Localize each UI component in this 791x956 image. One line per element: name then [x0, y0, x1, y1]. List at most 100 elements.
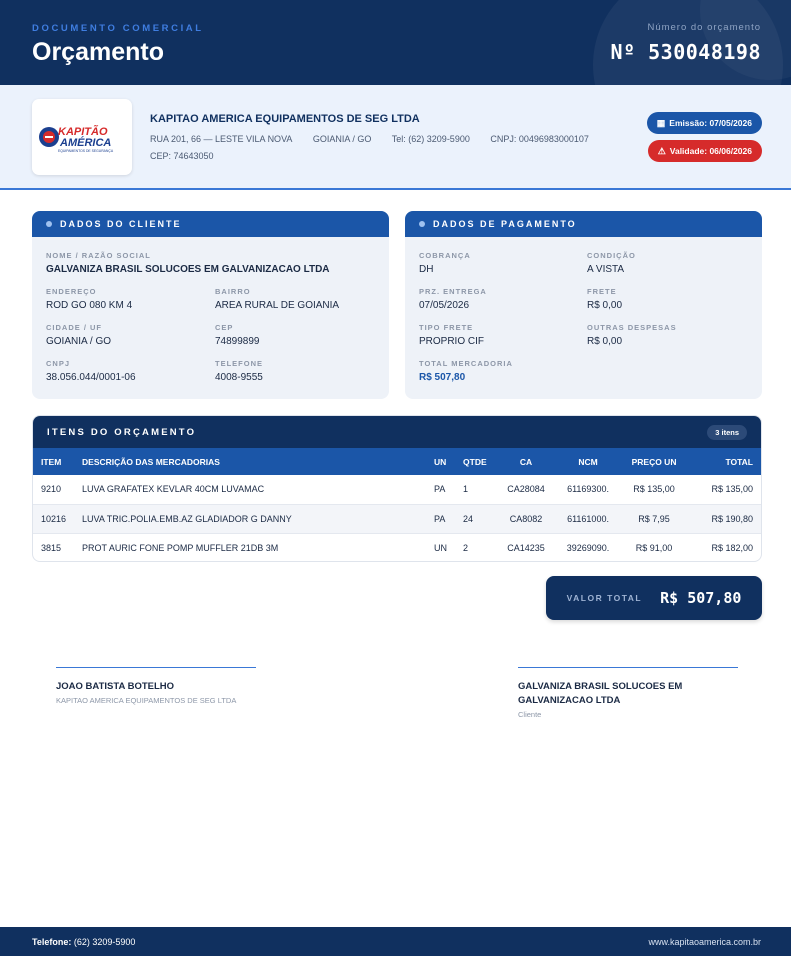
field-value: AREA RURAL DE GOIANIA [215, 300, 340, 311]
field-value: A VISTA [587, 264, 625, 275]
field-value: GOIANIA / GO [46, 336, 112, 347]
document-title: Orçamento [32, 38, 164, 66]
column-header: DESCRIÇÃO DAS MERCADORIAS [82, 456, 220, 467]
item-code: 10216 [41, 513, 67, 524]
company-phone: Tel: (62) 3209-5900 [391, 134, 470, 144]
signature-role: Cliente [518, 710, 542, 719]
items-title: ITENS DO ORÇAMENTO [47, 426, 197, 438]
page-footer: Telefone: (62) 3209-5900 www.kapitaoamer… [0, 927, 791, 956]
item-unit: PA [434, 513, 446, 524]
company-city: GOIANIA / GO [312, 134, 372, 144]
company-cnpj: CNPJ: 00496983000107 [490, 134, 589, 144]
signature-name: JOAO BATISTA BOTELHO [56, 681, 175, 692]
client-signature: GALVANIZA BRASIL SOLUCOES EM GALVANIZACA… [518, 667, 738, 719]
company-address: RUA 201, 66 — LESTE VILA NOVA [150, 134, 293, 144]
field-value: PROPRIO CIF [419, 336, 485, 347]
items-table: ITEM DESCRIÇÃO DAS MERCADORIAS UN QTDE C… [33, 448, 761, 561]
items-header: ITENS DO ORÇAMENTO 3 itens [33, 416, 761, 448]
client-city-field: CIDADE / UF GOIANIA / GO [46, 323, 111, 347]
client-card-title: DADOS DO CLIENTE [60, 219, 182, 229]
items-count-badge: 3 itens [707, 424, 747, 440]
merchandise-total-field: TOTAL MERCADORIA R$ 507,80 [419, 359, 513, 383]
field-value: 74899899 [215, 336, 260, 347]
item-total: R$ 135,00 [711, 484, 753, 495]
table-header-row: ITEM DESCRIÇÃO DAS MERCADORIAS UN QTDE C… [33, 448, 761, 475]
field-value: 07/05/2026 [419, 300, 470, 311]
item-description: LUVA TRIC.POLIA.EMB.AZ GLADIADOR G DANNY [82, 513, 292, 524]
field-label: CIDADE / UF [46, 323, 102, 332]
field-label: CNPJ [46, 359, 71, 368]
document-kicker: DOCUMENTO COMERCIAL [32, 23, 204, 34]
client-phone-field: TELEFONE 4008-9555 [215, 359, 263, 383]
kapitao-america-logo-icon: KAPITÃO AMÉRICA EQUIPAMENTOS DE SEGURANÇ… [39, 125, 114, 153]
logo-text-bottom: AMÉRICA [59, 136, 111, 149]
field-label: BAIRRO [215, 287, 251, 296]
payment-card-title: DADOS DE PAGAMENTO [433, 219, 577, 229]
item-ncm: 61169300. [567, 484, 609, 495]
field-value: GALVANIZA BRASIL SOLUCOES EM GALVANIZACA… [46, 264, 330, 275]
footer-website[interactable]: www.kapitaoamerica.com.br [648, 937, 761, 947]
field-label: TOTAL MERCADORIA [419, 359, 513, 368]
item-ca: CA14235 [507, 542, 545, 553]
validity-date: Validade: 06/06/2026 [669, 146, 752, 156]
client-address-field: ENDEREÇO ROD GO 080 KM 4 [46, 287, 132, 311]
column-header: UN [434, 456, 447, 467]
field-label: COBRANÇA [419, 251, 471, 260]
freight-type-field: TIPO FRETE PROPRIO CIF [419, 323, 484, 347]
signature-role: KAPITAO AMERICA EQUIPAMENTOS DE SEG LTDA [56, 696, 237, 705]
column-header: TOTAL [725, 456, 753, 467]
column-header: ITEM [41, 456, 62, 467]
client-cnpj-field: CNPJ 38.056.044/0001-06 [46, 359, 136, 383]
field-value: ROD GO 080 KM 4 [46, 300, 133, 311]
issue-date-badge: ▦ Emissão: 07/05/2026 [646, 112, 762, 134]
item-unit-price: R$ 7,95 [638, 513, 670, 524]
item-description: PROT AURIC FONE POMP MUFFLER 21DB 3M [82, 542, 279, 553]
field-label: TELEFONE [215, 359, 264, 368]
company-cep: CEP: 74643050 [150, 151, 214, 161]
column-header: CA [519, 456, 533, 467]
column-header: NCM [578, 456, 598, 467]
issue-date: Emissão: 07/05/2026 [669, 118, 752, 128]
item-quantity: 24 [463, 513, 474, 524]
item-description: LUVA GRAFATEX KEVLAR 40CM LUVAMAC [82, 484, 265, 495]
field-label: NOME / RAZÃO SOCIAL [46, 251, 151, 260]
signature-name: GALVANIZA BRASIL SOLUCOES EM GALVANIZACA… [518, 681, 683, 706]
table-row: 10216 LUVA TRIC.POLIA.EMB.AZ GLADIADOR G… [33, 504, 761, 533]
field-label: CEP [215, 323, 234, 332]
other-expenses-field: OUTRAS DESPESAS R$ 0,00 [587, 323, 677, 347]
grand-total-box: VALOR TOTAL R$ 507,80 [546, 576, 762, 620]
item-unit: PA [434, 484, 446, 495]
field-label: CONDIÇÃO [587, 251, 636, 260]
field-value: 38.056.044/0001-06 [46, 372, 136, 383]
field-value: DH [419, 264, 434, 275]
items-section: ITENS DO ORÇAMENTO 3 itens ITEM DESCRIÇÃ… [32, 415, 762, 562]
field-label: PRZ. ENTREGA [419, 287, 487, 296]
quote-number: Nº 530048198 [610, 40, 761, 64]
validity-date-badge: ⚠ Validade: 06/06/2026 [647, 140, 762, 162]
field-value: 4008-9555 [215, 372, 263, 383]
item-unit-price: R$ 135,00 [633, 484, 675, 495]
client-card: DADOS DO CLIENTE NOME / RAZÃO SOCIAL GAL… [32, 211, 389, 399]
table-row: 9210 LUVA GRAFATEX KEVLAR 40CM LUVAMAC P… [33, 475, 761, 504]
payment-card: DADOS DE PAGAMENTO COBRANÇA DH CONDIÇÃO … [405, 211, 762, 399]
field-label: OUTRAS DESPESAS [587, 323, 677, 332]
footer-phone-label: Telefone: [32, 936, 72, 947]
field-value: R$ 0,00 [587, 336, 623, 347]
company-logo: KAPITÃO AMÉRICA EQUIPAMENTOS DE SEGURANÇ… [32, 99, 132, 175]
quote-number-label: Número do orçamento [647, 22, 761, 33]
column-header: PREÇO UN [631, 456, 677, 467]
footer-phone: Telefone: (62) 3209-5900 [32, 937, 135, 947]
item-ncm: 61161000. [567, 513, 609, 524]
table-row: 3815 PROT AURIC FONE POMP MUFFLER 21DB 3… [33, 533, 761, 561]
field-value: R$ 507,80 [419, 372, 466, 383]
grand-total-label: VALOR TOTAL [566, 593, 643, 603]
item-ncm: 39269090. [566, 542, 610, 553]
bullet-icon [46, 221, 52, 227]
logo-tagline: EQUIPAMENTOS DE SEGURANÇA [58, 149, 114, 153]
calendar-icon: ▦ [656, 117, 666, 128]
item-quantity: 2 [463, 542, 469, 553]
company-section: KAPITÃO AMÉRICA EQUIPAMENTOS DE SEGURANÇ… [0, 85, 791, 190]
document-header: DOCUMENTO COMERCIAL Orçamento Número do … [0, 0, 791, 85]
grand-total-value: R$ 507,80 [660, 589, 742, 607]
item-code: 3815 [41, 542, 62, 553]
